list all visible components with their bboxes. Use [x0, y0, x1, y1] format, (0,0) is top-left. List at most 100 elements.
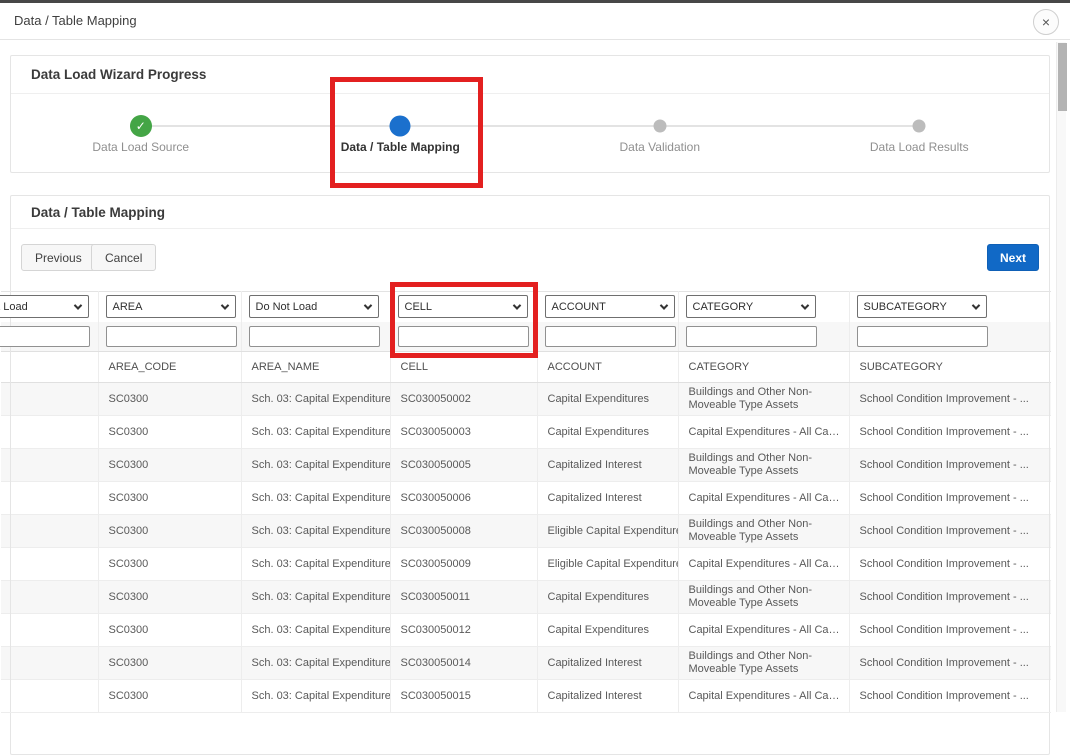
chevron-down-icon [363, 301, 371, 309]
filter-cell-blank [1, 322, 98, 352]
mapping-select-area-name[interactable]: Do Not Load [249, 295, 379, 318]
wizard-stepper: ✓Data Load SourceData / Table MappingDat… [11, 94, 1049, 173]
table-cell-account-row9: Capitalized Interest [537, 647, 678, 680]
table-cell-area-name-row3: Sch. 03: Capital Expenditures [241, 449, 390, 482]
table-cell-subcategory-row1: School Condition Improvement - ... [849, 383, 1051, 416]
step-pending-dot-icon [913, 120, 926, 133]
table-cell-blank-row4 [1, 482, 98, 515]
table-cell-subcategory-row7: School Condition Improvement - ... [849, 581, 1051, 614]
table-cell-category-row1: Buildings and Other Non-Moveable Type As… [678, 383, 849, 416]
table-cell-blank-row7 [1, 581, 98, 614]
column-filter-input-category[interactable] [686, 326, 817, 347]
table-cell-account-row4: Capitalized Interest [537, 482, 678, 515]
table-row[interactable]: SC0300Sch. 03: Capital ExpendituresSC030… [1, 680, 1051, 713]
filter-cell-category [678, 322, 849, 352]
table-cell-category-row10: Capital Expenditures - All Categori... [678, 680, 849, 713]
mapping-select-cell-area-name: Do Not Load [241, 292, 390, 322]
column-header-cell: CELL [390, 352, 537, 383]
table-row[interactable]: SC0300Sch. 03: Capital ExpendituresSC030… [1, 449, 1051, 482]
table-row[interactable]: SC0300Sch. 03: Capital ExpendituresSC030… [1, 614, 1051, 647]
table-cell-blank-row5 [1, 515, 98, 548]
mapping-select-cell-area-code: AREA [98, 292, 241, 322]
column-filter-input-cell[interactable] [398, 326, 529, 347]
wizard-progress-panel: Data Load Wizard Progress ✓Data Load Sou… [10, 55, 1050, 173]
column-header-area-name: AREA_NAME [241, 352, 390, 383]
table-cell-subcategory-row4: School Condition Improvement - ... [849, 482, 1051, 515]
table-cell-account-row6: Eligible Capital Expenditure [537, 548, 678, 581]
step-complete-check-icon: ✓ [130, 115, 152, 137]
mapping-select-cell-subcategory: SUBCATEGORY [849, 292, 1051, 322]
column-header-area-code: AREA_CODE [98, 352, 241, 383]
table-row[interactable]: SC0300Sch. 03: Capital ExpendituresSC030… [1, 515, 1051, 548]
table-cell-area-name-row8: Sch. 03: Capital Expenditures [241, 614, 390, 647]
step-label: Data / Table Mapping [271, 140, 531, 154]
wizard-step-data-validation[interactable]: Data Validation [530, 94, 790, 173]
table-cell-area-name-row2: Sch. 03: Capital Expenditures [241, 416, 390, 449]
previous-button[interactable]: Previous [21, 244, 96, 271]
column-filter-input-area-name[interactable] [249, 326, 380, 347]
table-cell-category-row8: Capital Expenditures - All Categori... [678, 614, 849, 647]
table-cell-account-row7: Capital Expenditures [537, 581, 678, 614]
table-row[interactable]: SC0300Sch. 03: Capital ExpendituresSC030… [1, 548, 1051, 581]
wizard-panel-title: Data Load Wizard Progress [11, 56, 1049, 94]
table-cell-area-name-row7: Sch. 03: Capital Expenditures [241, 581, 390, 614]
filter-cell-account [537, 322, 678, 352]
cancel-button[interactable]: Cancel [91, 244, 156, 271]
table-cell-account-row1: Capital Expenditures [537, 383, 678, 416]
chevron-down-icon [971, 301, 979, 309]
table-cell-area-name-row4: Sch. 03: Capital Expenditures [241, 482, 390, 515]
mapping-select-value: CATEGORY [693, 301, 754, 313]
mapping-select-account[interactable]: ACCOUNT [545, 295, 675, 318]
table-cell-area-name-row9: Sch. 03: Capital Expenditures [241, 647, 390, 680]
wizard-steps: ✓Data Load SourceData / Table MappingDat… [11, 94, 1049, 173]
mapping-panel-title: Data / Table Mapping [11, 196, 1049, 229]
table-cell-subcategory-row6: School Condition Improvement - ... [849, 548, 1051, 581]
table-cell-area-code-row5: SC0300 [98, 515, 241, 548]
table-cell-area-code-row7: SC0300 [98, 581, 241, 614]
table-cell-area-code-row8: SC0300 [98, 614, 241, 647]
table-cell-category-row6: Capital Expenditures - All Categori... [678, 548, 849, 581]
table-row[interactable]: SC0300Sch. 03: Capital ExpendituresSC030… [1, 482, 1051, 515]
mapping-select-cell[interactable]: CELL [398, 295, 528, 318]
table-row[interactable]: SC0300Sch. 03: Capital ExpendituresSC030… [1, 581, 1051, 614]
vertical-scrollbar[interactable] [1056, 42, 1066, 712]
mapping-select-area-code[interactable]: AREA [106, 295, 236, 318]
wizard-step-data-load-source[interactable]: ✓Data Load Source [11, 94, 271, 173]
column-filter-input-blank[interactable] [0, 326, 90, 347]
table-cell-cell-row6: SC030050009 [390, 548, 537, 581]
mapping-select-cell-cell: CELL [390, 292, 537, 322]
table-cell-account-row5: Eligible Capital Expenditure [537, 515, 678, 548]
mapping-select-cell-account: ACCOUNT [537, 292, 678, 322]
mapping-select-subcategory[interactable]: SUBCATEGORY [857, 295, 987, 318]
column-filter-input-account[interactable] [545, 326, 676, 347]
table-row[interactable]: SC0300Sch. 03: Capital ExpendituresSC030… [1, 647, 1051, 680]
table-cell-area-code-row2: SC0300 [98, 416, 241, 449]
table-cell-area-name-row10: Sch. 03: Capital Expenditures [241, 680, 390, 713]
mapping-select-value: ACCOUNT [552, 301, 606, 313]
table-cell-area-name-row5: Sch. 03: Capital Expenditures [241, 515, 390, 548]
table-cell-cell-row4: SC030050006 [390, 482, 537, 515]
wizard-step-data-load-results[interactable]: Data Load Results [790, 94, 1050, 173]
table-cell-subcategory-row8: School Condition Improvement - ... [849, 614, 1051, 647]
step-pending-dot-icon [653, 120, 666, 133]
table-cell-area-code-row1: SC0300 [98, 383, 241, 416]
column-mapping-select-row: Do Not Load AREA Do Not Load CELL ACCOUNT CAT… [1, 292, 1051, 322]
table-row[interactable]: SC0300Sch. 03: Capital ExpendituresSC030… [1, 416, 1051, 449]
dialog-titlebar: Data / Table Mapping × [0, 3, 1070, 40]
mapping-select-value: CELL [405, 301, 433, 313]
column-filter-input-area-code[interactable] [106, 326, 237, 347]
mapping-select-cell-category: CATEGORY [678, 292, 849, 322]
scrollbar-thumb[interactable] [1058, 43, 1067, 111]
mapping-panel: Data / Table Mapping Previous Cancel Nex… [10, 195, 1050, 755]
table-row[interactable]: SC0300Sch. 03: Capital ExpendituresSC030… [1, 383, 1051, 416]
filter-cell-subcategory [849, 322, 1051, 352]
close-button[interactable]: × [1033, 9, 1059, 35]
table-cell-area-code-row9: SC0300 [98, 647, 241, 680]
wizard-step-data-table-mapping[interactable]: Data / Table Mapping [271, 94, 531, 173]
column-filter-input-subcategory[interactable] [857, 326, 988, 347]
mapping-select-blank[interactable]: Do Not Load [0, 295, 89, 318]
table-cell-category-row5: Buildings and Other Non-Moveable Type As… [678, 515, 849, 548]
mapping-select-category[interactable]: CATEGORY [686, 295, 816, 318]
mapping-select-value: AREA [113, 301, 143, 313]
next-button[interactable]: Next [987, 244, 1039, 271]
